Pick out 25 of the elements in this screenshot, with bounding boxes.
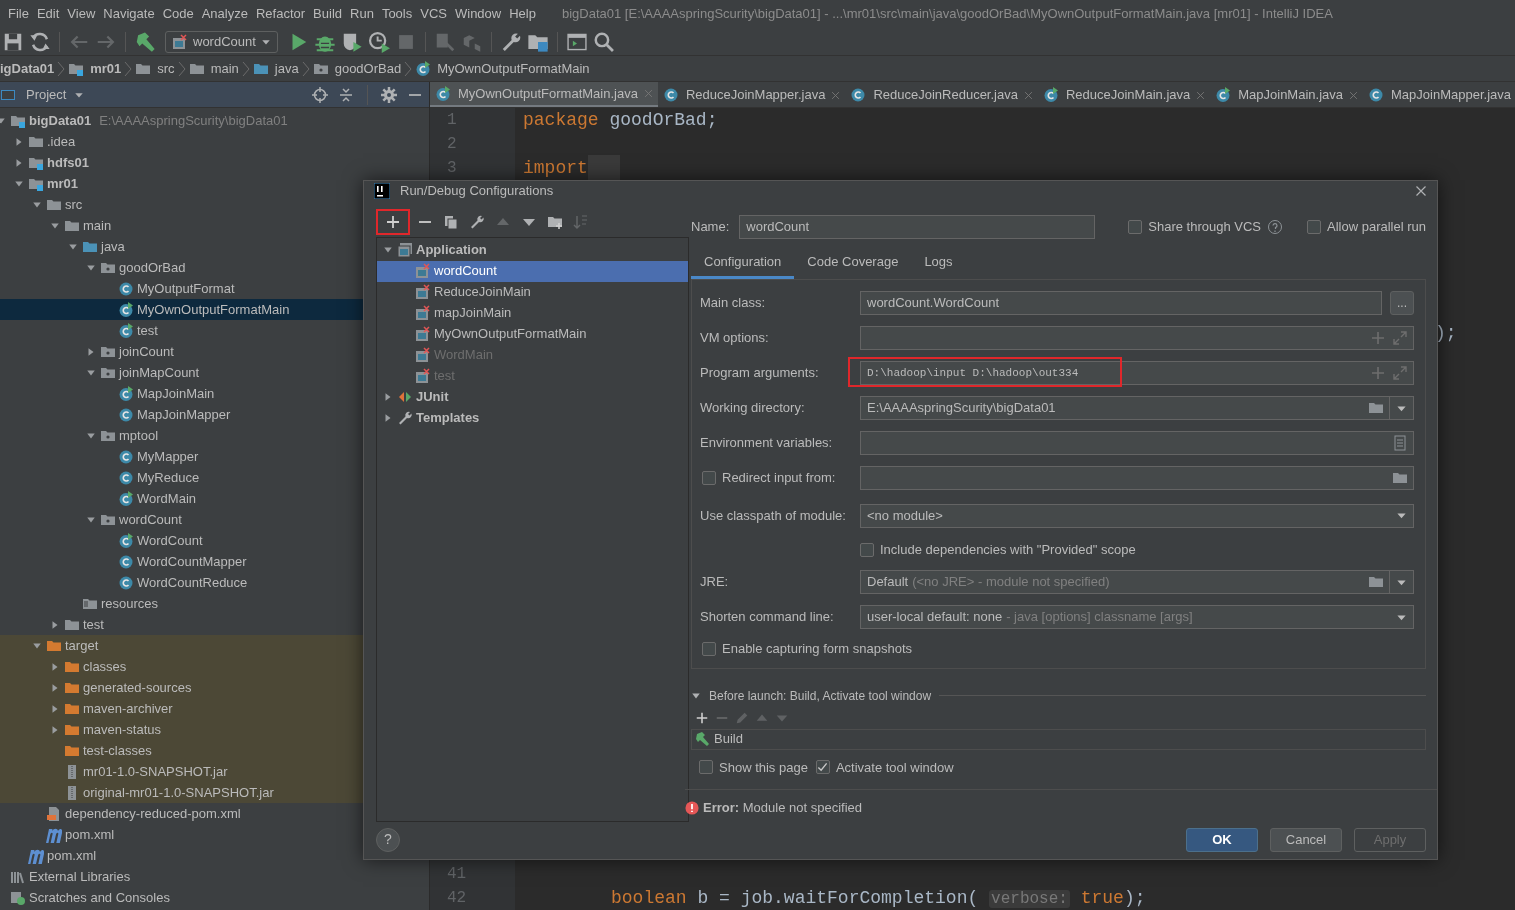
checkbox-label: Activate tool window	[835, 758, 954, 777]
checkbox-label: Include dependencies with "Provided" scope	[880, 541, 1136, 560]
task-label: Build	[714, 730, 743, 749]
field-label: Working directory:	[700, 399, 806, 418]
checkbox-label: Share through VCS	[1148, 217, 1261, 236]
checkbox-label: Redirect input from:	[722, 469, 836, 488]
code-line: import	[515, 154, 620, 182]
field-label: Use classpath of module:	[700, 506, 847, 525]
section-title: Before launch: Build, Activate tool window	[709, 687, 932, 705]
field-label: VM options:	[700, 329, 770, 348]
field-label: Environment variables:	[700, 434, 834, 453]
window-title: bigData01 [E:\AAAAspringScurity\bigData01] - ...\mr01\src\main\java\goodOrBad\MyOwnOutputFormatMain.java [mr01] - IntelliJ IDEA	[561, 5, 1333, 24]
checkbox-label: Allow parallel run	[1327, 217, 1426, 236]
field-label: Program arguments:	[700, 364, 820, 383]
dialog-title: Run/Debug Configurations	[400, 182, 554, 200]
field-label: Main class:	[700, 294, 767, 313]
code-line: package goodOrBad;	[522, 108, 718, 132]
field-label: JRE:	[700, 573, 730, 592]
code-fragment: );	[1435, 322, 1457, 345]
checkbox-label: Enable capturing form snapshots	[722, 640, 913, 659]
field-label: Name:	[691, 217, 730, 236]
code-line: boolean b = job.waitForCompletion( verbose: true);	[610, 886, 1146, 910]
checkbox-label: Show this page	[719, 758, 808, 777]
field-label: Shorten command line:	[700, 608, 835, 627]
error-message: Error: Module not specified	[703, 799, 862, 817]
